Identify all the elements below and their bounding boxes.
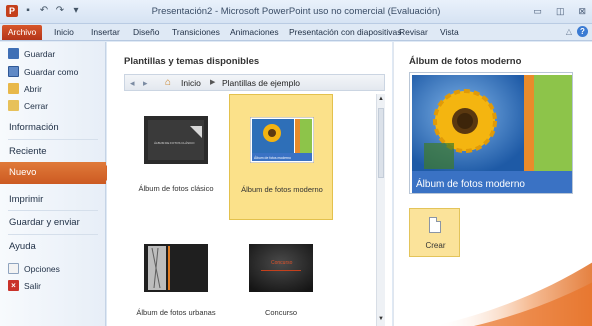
template-thumbnail: ÁLBUM DE FOTOS CLÁSICO [144,116,208,164]
breadcrumb: ◂ ▸ ⌂ Inicio ▶ Plantillas de ejemplo [124,74,385,91]
preview-panel: Álbum de fotos moderno Álbum de fotos mo… [393,42,592,326]
tab-transitions[interactable]: Transiciones [172,27,220,37]
scroll-down-icon[interactable]: ▼ [378,316,384,322]
minimize-ribbon-icon[interactable]: △ [566,27,572,36]
decorative-swoosh [434,262,592,326]
nav-command-label: Opciones [24,263,60,274]
save-as-icon [8,66,19,77]
folder-icon [8,83,19,94]
close-window-icon[interactable]: ⊠ [578,6,586,17]
title-bar: P ▪ ↶ ↷ ▾ Presentación2 - Microsoft Powe… [0,0,592,24]
tab-slideshow[interactable]: Presentación con diapositivas [289,27,401,37]
back-forward-icon[interactable]: ◂ ▸ [130,78,151,89]
breadcrumb-sample-templates[interactable]: Plantillas de ejemplo [222,78,300,88]
tab-view[interactable]: Vista [440,27,459,37]
tab-file[interactable]: Archivo [2,25,42,40]
template-tile-classic[interactable]: ÁLBUM DE FOTOS CLÁSICO Álbum de fotos cl… [124,94,228,220]
svg-text:ÁLBUM DE FOTOS CLÁSICO: ÁLBUM DE FOTOS CLÁSICO [154,141,195,145]
nav-command-open[interactable]: Abrir [8,83,42,94]
svg-text:Álbum de fotos moderno: Álbum de fotos moderno [254,156,291,160]
tab-design[interactable]: Diseño [133,27,159,37]
nav-divider [8,210,98,211]
scrollbar-thumb[interactable] [378,108,384,178]
backstage-nav: Guardar Guardar como Abrir Cerrar Inform… [0,42,114,326]
nav-command-save[interactable]: Guardar [8,48,55,59]
nav-divider [8,234,98,235]
new-document-icon [429,217,441,233]
help-area: △ ? [566,26,588,37]
help-icon[interactable]: ? [577,26,588,37]
exit-icon: × [8,280,19,291]
nav-command-label: Cerrar [24,100,49,111]
nav-item-help[interactable]: Ayuda [9,241,36,252]
nav-command-close[interactable]: Cerrar [8,100,48,111]
template-label: Concurso [264,308,298,317]
nav-command-save-as[interactable]: Guardar como [8,66,78,77]
home-icon[interactable]: ⌂ [165,77,171,88]
tab-review[interactable]: Revisar [399,27,428,37]
maximize-icon[interactable]: ◫ [556,6,565,17]
template-preview: Álbum de fotos moderno [409,72,573,194]
nav-item-info[interactable]: Información [9,122,59,133]
template-thumbnail: Concurso [249,244,313,292]
templates-panel: Plantillas y temas disponibles ◂ ▸ ⌂ Ini… [107,42,392,326]
breadcrumb-separator-icon: ▶ [210,79,216,86]
nav-item-save-send[interactable]: Guardar y enviar [9,217,80,228]
create-button[interactable]: Crear [409,208,460,257]
template-thumbnail [144,244,208,292]
template-grid: ÁLBUM DE FOTOS CLÁSICO Álbum de fotos cl… [124,94,377,326]
template-label: Álbum de fotos urbanas [136,308,216,317]
window-title: Presentación2 - Microsoft PowerPoint uso… [151,6,441,17]
save-icon [8,48,19,59]
nav-divider [8,139,98,140]
nav-command-label: Abrir [24,83,42,94]
templates-scrollbar[interactable]: ▲ ▼ [376,94,385,326]
svg-text:Concurso: Concurso [271,260,293,266]
template-tile-modern[interactable]: Álbum de fotos moderno Álbum de fotos mo… [229,94,333,220]
preview-caption: Álbum de fotos moderno [416,177,525,190]
options-icon [8,263,19,274]
nav-item-recent[interactable]: Reciente [9,146,47,157]
tab-animations[interactable]: Animaciones [230,27,279,37]
close-folder-icon [8,100,19,111]
template-tile-urban[interactable]: Álbum de fotos urbanas [124,236,228,326]
nav-command-options[interactable]: Opciones [8,263,60,274]
breadcrumb-home[interactable]: Inicio [181,78,201,88]
minimize-icon[interactable]: ▭ [533,6,542,17]
template-tile-contest[interactable]: Concurso Concurso [229,236,333,326]
preview-title: Álbum de fotos moderno [409,56,522,67]
template-thumbnail: Álbum de fotos moderno [250,117,314,163]
nav-command-label: Guardar como [24,66,79,77]
nav-command-exit[interactable]: × Salir [8,280,41,291]
nav-item-print[interactable]: Imprimir [9,194,43,205]
window-controls: ▭ ◫ ⊠ [533,6,586,17]
nav-item-label: Nuevo [9,167,37,178]
nav-command-label: Salir [24,280,42,291]
ribbon-tabs: Archivo Inicio Insertar Diseño Transicio… [0,24,592,41]
templates-heading: Plantillas y temas disponibles [124,56,260,67]
template-label: Álbum de fotos moderno [241,185,323,194]
tab-insert[interactable]: Insertar [91,27,120,37]
nav-item-new[interactable]: Nuevo [0,162,114,184]
create-label: Crear [425,241,446,250]
template-label: Álbum de fotos clásico [138,184,214,193]
nav-command-label: Guardar [24,48,56,59]
tab-home[interactable]: Inicio [54,27,74,37]
scroll-up-icon[interactable]: ▲ [378,96,384,102]
